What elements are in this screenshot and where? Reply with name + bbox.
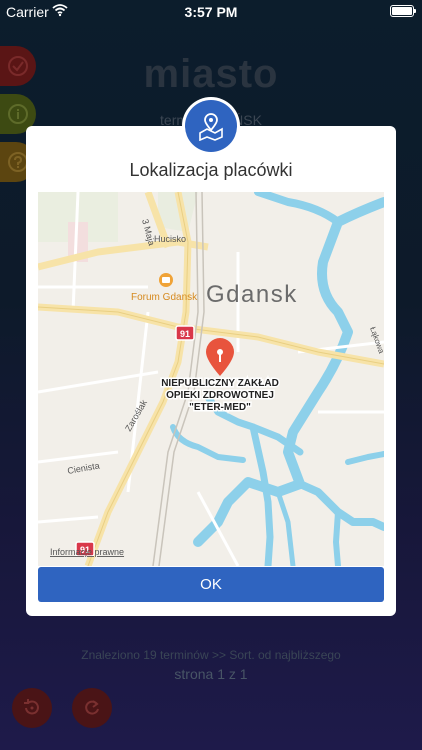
- place-label-line1: NIEPUBLICZNY ZAKŁAD: [161, 378, 279, 389]
- battery-icon: [390, 5, 416, 17]
- page-indicator: strona 1 z 1: [174, 666, 248, 682]
- clock: 3:57 PM: [184, 4, 238, 20]
- place-label-line3: "ETER-MED": [189, 402, 251, 413]
- info-icon: [8, 104, 28, 124]
- history-icon: [24, 699, 39, 715]
- dialog-title: Lokalizacja placówki: [129, 160, 293, 180]
- map-location-icon: [185, 100, 237, 152]
- poi-label: Forum Gdansk: [131, 292, 198, 303]
- city-label: Gdansk: [206, 281, 298, 308]
- location-dialog: Lokalizacja placówki Forum Gdansk Hucisk…: [26, 100, 396, 616]
- legal-link[interactable]: Informacje prawne: [50, 547, 124, 557]
- status-bar: Carrier 3:57 PM: [0, 0, 422, 22]
- refresh-icon: [85, 700, 99, 715]
- svg-text:91: 91: [180, 329, 190, 339]
- road-91-badge-top: 91: [175, 325, 195, 341]
- refresh-button[interactable]: [72, 688, 112, 728]
- app-title: miasto: [143, 52, 279, 96]
- history-button[interactable]: [12, 688, 52, 728]
- checklist-icon: [8, 56, 28, 76]
- results-count: Znaleziono 19 terminów >> Sort. od najbl…: [81, 648, 341, 662]
- street-hucisko: Hucisko: [154, 234, 186, 244]
- place-label-line2: OPIEKI ZDROWOTNEJ: [166, 390, 274, 401]
- ok-button[interactable]: OK: [38, 567, 384, 602]
- map-view[interactable]: Forum Gdansk Hucisko 3 Maja Zaroślak Cie…: [38, 192, 384, 566]
